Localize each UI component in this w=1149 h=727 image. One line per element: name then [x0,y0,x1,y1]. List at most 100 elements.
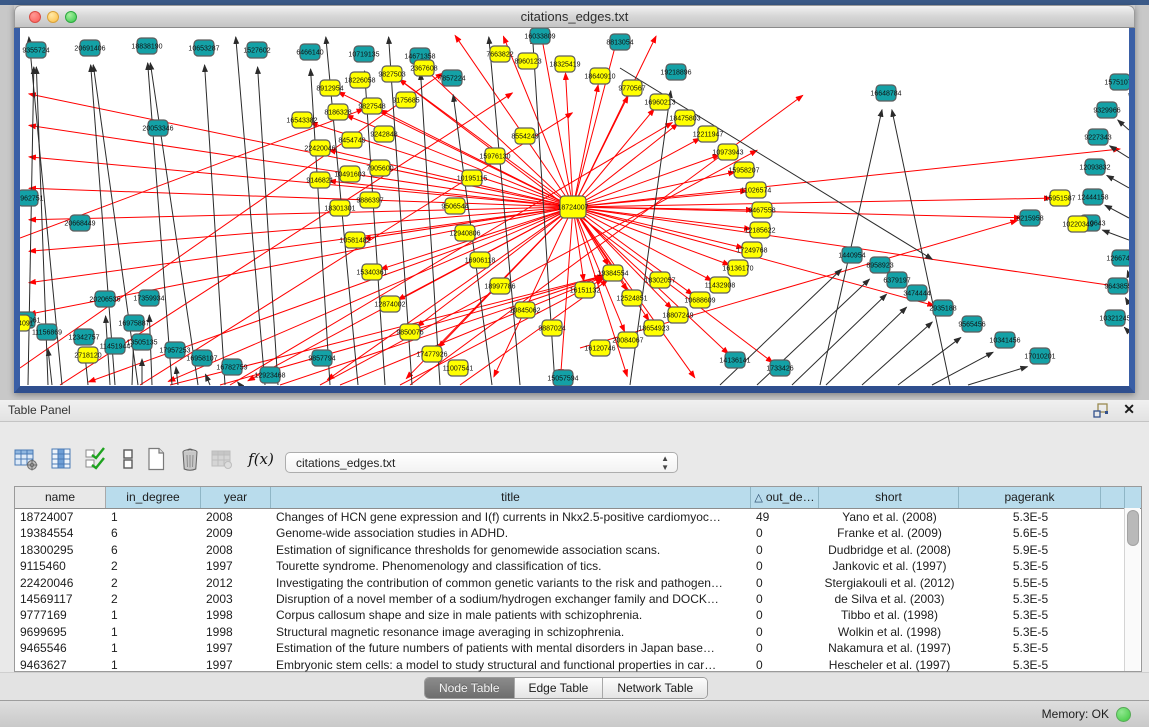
graph-node[interactable]: 17249768 [736,242,767,258]
citation-edge[interactable] [93,65,138,385]
graph-node[interactable]: 19218896 [660,64,691,80]
table-cell-in_degree[interactable]: 1 [106,640,201,656]
graph-node[interactable]: 15976130 [479,148,510,164]
citation-edge[interactable] [1102,230,1129,240]
table-cell-spacer[interactable] [1101,525,1125,541]
graph-node[interactable]: 20691406 [74,40,105,56]
graph-node[interactable]: 16975887 [118,315,149,331]
table-cell-pagerank[interactable]: 5.9E-5 [959,542,1101,558]
graph-node[interactable]: 14136141 [719,352,750,368]
graph-node[interactable]: 12093832 [1079,159,1110,175]
table-selector-dropdown[interactable]: citations_edges.txt ▲▼ [285,452,678,473]
network-canvas[interactable]: 9355724206914061883819010653287152760264… [20,28,1129,386]
table-cell-short[interactable]: Tibbo et al. (1998) [819,607,959,623]
graph-node[interactable]: 8958923 [866,257,893,273]
table-cell-short[interactable]: Nakamura et al. (1997) [819,640,959,656]
citation-edge[interactable] [400,279,603,385]
citation-edge[interactable] [150,63,198,385]
graph-node[interactable]: 11026574 [741,182,772,198]
citation-edge[interactable] [1125,298,1129,304]
graph-node[interactable]: 1440954 [838,247,865,263]
table-cell-spacer[interactable] [1101,509,1125,525]
table-cell-title[interactable]: Investigating the contribution of common… [271,575,751,591]
graph-node[interactable]: 8554249 [511,128,538,144]
table-cell-name[interactable]: 18724007 [15,509,106,525]
table-cell-year[interactable]: 1997 [201,657,271,673]
graph-node[interactable]: 1527602 [243,42,270,58]
table-settings-button[interactable] [12,444,40,474]
table-cell-year[interactable]: 1998 [201,607,271,623]
graph-node[interactable]: 8215958 [1016,210,1043,226]
table-cell-short[interactable]: de Silva et al. (2003) [819,591,959,607]
table-row[interactable]: 969969511998Structural magnetic resonanc… [15,624,1141,640]
table-row[interactable]: 911546021997Tourette syndrome. Phenomeno… [15,558,1141,574]
table-cell-name[interactable]: 9777169 [15,607,106,623]
graph-node[interactable]: 11007541 [443,360,474,376]
table-row[interactable]: 2242004622012Investigating the contribut… [15,575,1141,591]
table-cell-year[interactable]: 2009 [201,525,271,541]
table-cell-out_de…[interactable]: 49 [751,509,819,525]
table-cell-in_degree[interactable]: 1 [106,657,201,673]
table-cell-year[interactable]: 2008 [201,509,271,525]
table-cell-pagerank[interactable]: 5.3E-5 [959,558,1101,574]
graph-node[interactable]: 8454749 [338,132,365,148]
graph-node[interactable]: 17477926 [416,346,447,362]
table-cell-name[interactable]: 9115460 [15,558,106,574]
table-row[interactable]: 1872400712008Changes of HCN gene express… [15,509,1141,525]
graph-node[interactable]: 18325419 [549,56,580,72]
table-cell-title[interactable]: Genome-wide association studies in ADHD. [271,525,751,541]
graph-node[interactable]: 6379197 [883,272,910,288]
graph-node[interactable]: 10653287 [188,40,219,56]
graph-node[interactable]: 9850076 [396,324,423,340]
graph-node[interactable]: 16033809 [524,28,555,44]
citation-edge[interactable] [968,367,1027,385]
graph-node[interactable]: 9227343 [1084,129,1111,145]
graph-node[interactable]: 10321245 [1099,310,1129,326]
graph-node[interactable]: 20668449 [64,215,95,231]
table-cell-in_degree[interactable]: 6 [106,542,201,558]
table-cell-title[interactable]: Estimation of the future numbers of pati… [271,640,751,656]
table-cell-pagerank[interactable]: 5.3E-5 [959,591,1101,607]
citation-edge[interactable] [176,367,178,385]
graph-node[interactable]: 7663822 [486,46,513,62]
citation-edge[interactable] [1124,327,1129,332]
table-cell-short[interactable]: Stergiakouli et al. (2012) [819,575,959,591]
column-header-name[interactable]: name [15,487,106,508]
graph-node[interactable]: 22420046 [304,140,335,156]
citation-edge[interactable] [489,37,520,385]
table-cell-name[interactable]: 14569117 [15,591,106,607]
graph-node[interactable]: 18226058 [344,72,375,88]
citation-edge[interactable] [862,322,932,385]
graph-node[interactable]: 15951587 [1044,190,1075,206]
graph-node[interactable]: 20053346 [142,120,173,136]
table-cell-in_degree[interactable]: 1 [106,624,201,640]
column-header-year[interactable]: year [201,487,271,508]
table-cell-pagerank[interactable]: 5.3E-5 [959,640,1101,656]
table-cell-spacer[interactable] [1101,657,1125,673]
graph-node[interactable]: 16136170 [722,260,753,276]
graph-node[interactable]: 10962751 [20,190,44,206]
graph-node[interactable]: 7857224 [438,70,465,86]
graph-node[interactable]: 16648784 [870,85,901,101]
graph-node[interactable]: 18807249 [662,307,693,323]
graph-node[interactable]: 17010201 [1024,348,1055,364]
tab-node-table[interactable]: Node Table [425,678,515,698]
citation-edge[interactable] [573,85,598,207]
graph-node[interactable]: 18838190 [131,38,162,54]
graph-node[interactable]: 10973943 [712,144,743,160]
table-cell-in_degree[interactable]: 2 [106,558,201,574]
citation-edge[interactable] [28,67,34,385]
table-cell-short[interactable]: Yano et al. (2008) [819,509,959,525]
close-panel-icon[interactable]: ✕ [1123,401,1135,418]
table-cell-spacer[interactable] [1101,607,1125,623]
table-cell-pagerank[interactable]: 5.3E-5 [959,509,1101,525]
scrollbar-thumb[interactable] [1127,510,1139,546]
table-cell-in_degree[interactable]: 6 [106,525,201,541]
graph-node[interactable]: 8960123 [514,53,541,69]
hub-graph-node[interactable]: 18724007 [557,196,588,218]
column-header-short[interactable]: short [819,487,959,508]
table-cell-in_degree[interactable]: 1 [106,607,201,623]
table-cell-name[interactable]: 9463627 [15,657,106,673]
table-cell-short[interactable]: Hescheler et al. (1997) [819,657,959,673]
table-cell-out_de…[interactable]: 0 [751,640,819,656]
